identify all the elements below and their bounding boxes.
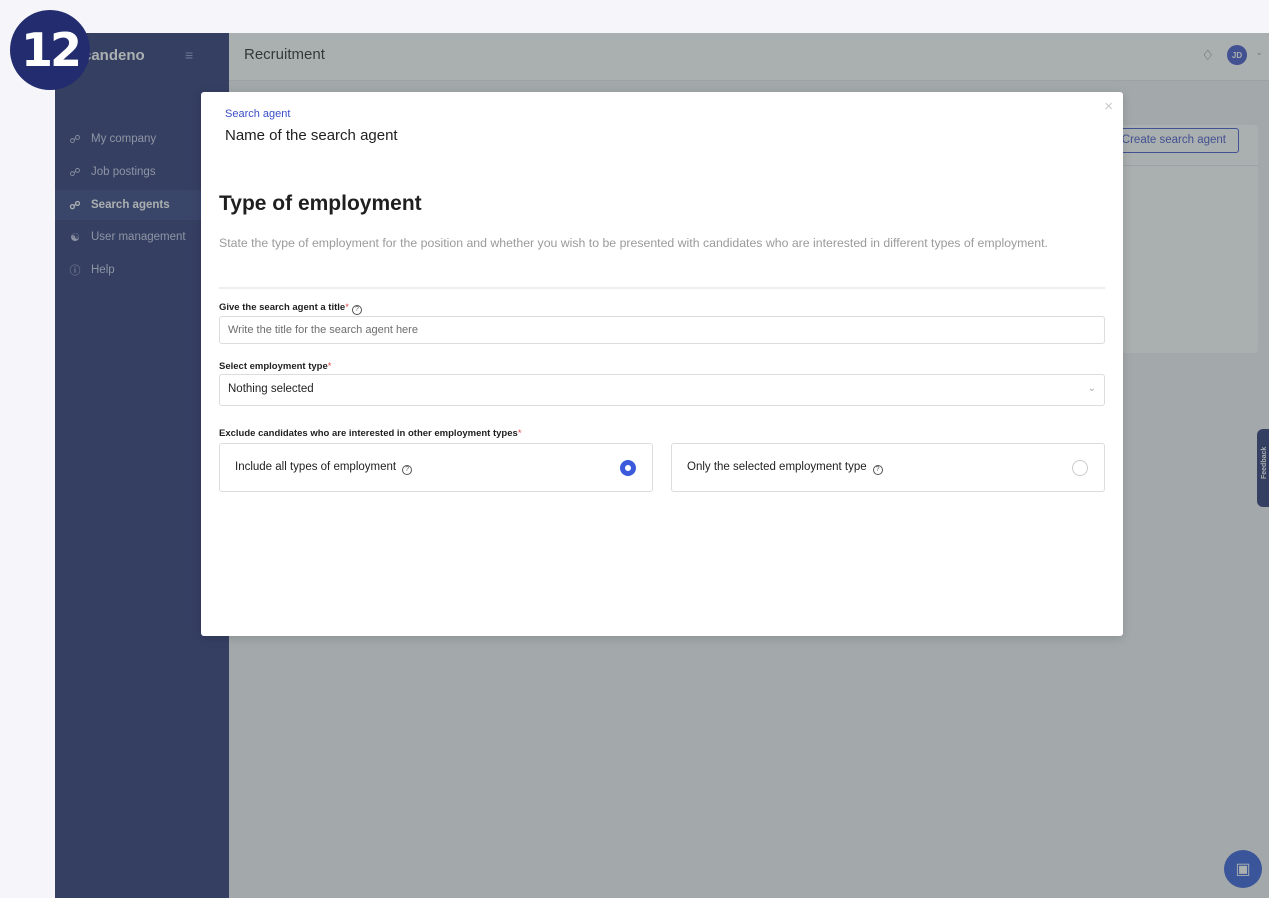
required-marker: * <box>517 428 522 439</box>
option-label: Include all types of employment? <box>235 461 413 475</box>
option-only-selected[interactable]: Only the selected employment type? <box>671 443 1105 492</box>
step-badge: 12 <box>10 10 90 90</box>
select-value: Nothing selected <box>228 383 314 395</box>
breadcrumb[interactable]: Search agent <box>225 108 290 120</box>
employment-type-select[interactable]: Nothing selected ⌄ <box>219 374 1105 406</box>
help-icon[interactable]: ? <box>402 465 413 475</box>
section-description: State the type of employment for the pos… <box>219 236 1048 250</box>
agent-name: Name of the search agent <box>225 127 398 144</box>
section-heading: Type of employment <box>219 192 422 215</box>
help-icon[interactable]: ? <box>872 465 883 475</box>
search-agent-modal: × Search agent Name of the search agent … <box>201 92 1123 636</box>
close-icon[interactable]: × <box>1104 98 1113 115</box>
radio-unselected[interactable] <box>1072 460 1088 476</box>
required-marker: * <box>327 361 332 372</box>
title-input[interactable] <box>219 316 1105 344</box>
title-field-label: Give the search agent a title*? <box>219 302 362 315</box>
help-icon[interactable]: ? <box>351 305 362 315</box>
exclude-field-label: Exclude candidates who are interested in… <box>219 428 522 439</box>
option-label: Only the selected employment type? <box>687 461 883 475</box>
required-marker: * <box>345 302 349 313</box>
chevron-down-icon: ⌄ <box>1087 383 1096 394</box>
employment-type-label: Select employment type* <box>219 361 332 372</box>
divider <box>219 287 1105 289</box>
option-include-all[interactable]: Include all types of employment? <box>219 443 653 492</box>
radio-selected[interactable] <box>620 460 636 476</box>
